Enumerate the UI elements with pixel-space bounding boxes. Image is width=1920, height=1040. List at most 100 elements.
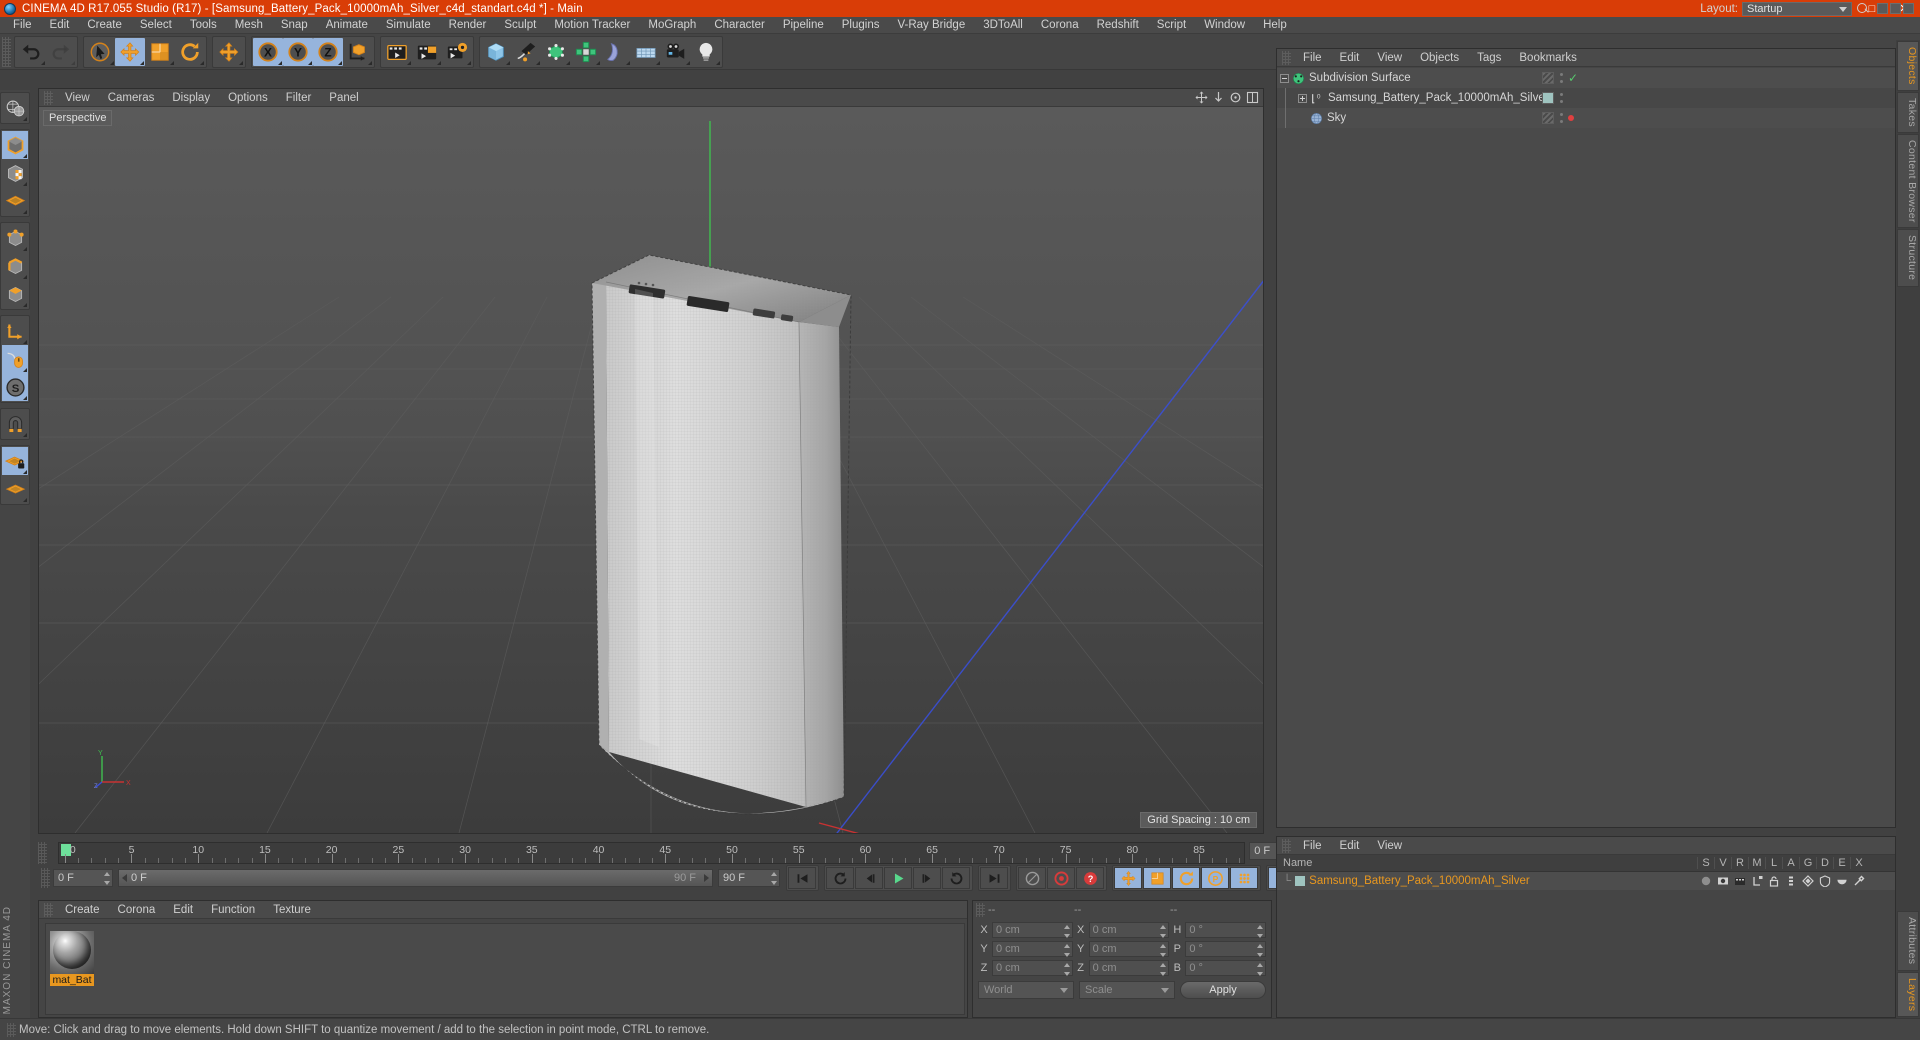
object-axis-mode-button[interactable] — [2, 317, 28, 345]
layer-menu-view[interactable]: View — [1368, 837, 1411, 855]
layer-cell-lock-open-icon[interactable] — [1765, 875, 1782, 887]
add-deformer-button[interactable] — [601, 38, 631, 66]
add-light-button[interactable] — [691, 38, 721, 66]
add-generator-button[interactable] — [541, 38, 571, 66]
coordinates-grip-icon[interactable] — [976, 903, 985, 917]
object-menu-tags[interactable]: Tags — [1468, 49, 1510, 67]
layer-cell-animation-bars-icon[interactable] — [1782, 875, 1799, 887]
layer-cell-expression-bowl-icon[interactable] — [1833, 875, 1850, 887]
go-to-start-button[interactable] — [788, 867, 816, 889]
workplane-mode-button[interactable] — [2, 187, 28, 215]
spinner-icon[interactable] — [1256, 925, 1263, 938]
spinner-icon[interactable] — [1256, 944, 1263, 957]
lock-x-button[interactable]: X — [253, 37, 283, 66]
menu-item-pipeline[interactable]: Pipeline — [774, 17, 833, 34]
layer-menu-edit[interactable]: Edit — [1331, 837, 1369, 855]
add-environment-button[interactable] — [631, 38, 661, 66]
object-tag-slot[interactable] — [1542, 92, 1554, 104]
material-item-mat-bat[interactable]: mat_Bat — [50, 931, 94, 986]
object-row[interactable]: Sky — [1277, 108, 1895, 128]
panel-restore-button[interactable] — [1877, 3, 1888, 14]
object-menu-edit[interactable]: Edit — [1331, 49, 1369, 67]
scrub-handle-icon[interactable] — [122, 874, 127, 882]
position-field[interactable]: 0 cm — [992, 941, 1073, 957]
coordinate-system-button[interactable] — [343, 38, 373, 66]
layer-cell-xref-wrench-icon[interactable] — [1850, 875, 1867, 887]
lock-y-button[interactable]: Y — [283, 37, 313, 66]
menu-item-character[interactable]: Character — [705, 17, 774, 34]
layer-cell-deformer-shield-icon[interactable] — [1816, 875, 1833, 887]
move-tool-button[interactable] — [115, 37, 145, 66]
layer-color-swatch[interactable] — [1295, 876, 1306, 886]
menu-item-tools[interactable]: Tools — [181, 17, 226, 34]
spinner-icon[interactable] — [1160, 963, 1167, 976]
apply-button[interactable]: Apply — [1180, 981, 1266, 999]
material-menu-edit[interactable]: Edit — [164, 901, 202, 919]
edge-mode-button[interactable] — [2, 252, 28, 280]
previous-frame-button[interactable] — [855, 867, 883, 889]
add-cube-button[interactable] — [481, 38, 511, 66]
position-field[interactable]: 0 cm — [992, 960, 1073, 976]
menu-item-select[interactable]: Select — [131, 17, 181, 34]
spinner-icon[interactable] — [771, 872, 777, 885]
size-mode-dropdown[interactable]: Scale — [1079, 981, 1175, 999]
enable-snap-button[interactable] — [2, 410, 28, 438]
layer-row[interactable]: └ Samsung_Battery_Pack_10000mAh_Silver — [1277, 872, 1895, 890]
keyframe-selection-button[interactable]: ? — [1076, 867, 1104, 889]
point-level-animation-button[interactable] — [1230, 867, 1258, 889]
layer-cell-manager-tree-icon[interactable] — [1748, 875, 1765, 887]
model-mode-button[interactable] — [2, 131, 28, 159]
undo-button[interactable] — [16, 38, 46, 66]
object-menu-file[interactable]: File — [1294, 49, 1331, 67]
viewport-menu-display[interactable]: Display — [163, 89, 219, 107]
spinner-icon[interactable] — [1160, 925, 1167, 938]
spinner-icon[interactable] — [1063, 963, 1070, 976]
add-camera-button[interactable] — [661, 38, 691, 66]
layer-menu-file[interactable]: File — [1294, 837, 1331, 855]
size-field[interactable]: 0 cm — [1088, 922, 1170, 938]
menu-item-edit[interactable]: Edit — [41, 17, 79, 34]
panel-minimize-button[interactable] — [1890, 3, 1901, 14]
object-tag-slot[interactable] — [1542, 72, 1554, 84]
add-spline-button[interactable] — [511, 38, 541, 66]
menu-item-script[interactable]: Script — [1148, 17, 1195, 34]
expand-toggle-icon[interactable] — [1298, 93, 1307, 103]
menu-item-sculpt[interactable]: Sculpt — [495, 17, 545, 34]
viewport-menu-panel[interactable]: Panel — [320, 89, 367, 107]
object-menu-view[interactable]: View — [1368, 49, 1411, 67]
timeline-grip-icon[interactable] — [38, 842, 47, 864]
rotate-tool-button[interactable] — [175, 38, 205, 66]
object-row[interactable]: 0 Samsung_Battery_Pack_10000mAh_Silver — [1277, 88, 1895, 108]
menu-item-mesh[interactable]: Mesh — [226, 17, 272, 34]
menu-item-snap[interactable]: Snap — [272, 17, 317, 34]
timeline-ruler[interactable]: 051015202530354045505560657075808590 — [57, 842, 1246, 864]
current-frame-field[interactable]: 0 F — [53, 869, 113, 887]
play-forward-button[interactable] — [942, 867, 970, 889]
menu-item-plugins[interactable]: Plugins — [833, 17, 889, 34]
visibility-dots-icon[interactable] — [1559, 71, 1563, 85]
material-grip-icon[interactable] — [44, 902, 53, 917]
rotation-field[interactable]: 0 ° — [1185, 960, 1266, 976]
lock-workplane-button[interactable] — [2, 447, 28, 475]
edge-tab-attributes[interactable]: Attributes — [1897, 911, 1919, 971]
live-selection-button[interactable] — [85, 38, 115, 66]
rotation-field[interactable]: 0 ° — [1185, 941, 1266, 957]
material-menu-texture[interactable]: Texture — [264, 901, 320, 919]
spinner-icon[interactable] — [1160, 944, 1167, 957]
layer-cell-view-eye-icon[interactable] — [1714, 875, 1731, 887]
menu-item-redshift[interactable]: Redshift — [1088, 17, 1148, 34]
material-menu-function[interactable]: Function — [202, 901, 264, 919]
menu-item-file[interactable]: File — [4, 17, 41, 34]
edge-tab-layers[interactable]: Layers — [1897, 971, 1919, 1017]
spinner-icon[interactable] — [1256, 963, 1263, 976]
layer-cell-solo-dot-icon[interactable] — [1697, 875, 1714, 887]
move-axis-button[interactable] — [214, 38, 244, 66]
object-tag-slot[interactable] — [1542, 112, 1554, 124]
viewport-interaction-button[interactable] — [2, 345, 28, 373]
redo-button[interactable] — [46, 38, 76, 66]
make-editable-button[interactable] — [2, 94, 28, 122]
render-to-picture-viewer-button[interactable] — [412, 38, 442, 66]
texture-mode-button[interactable] — [2, 159, 28, 187]
toolbar-grip-icon[interactable] — [2, 36, 11, 67]
planar-workplane-button[interactable] — [2, 475, 28, 503]
